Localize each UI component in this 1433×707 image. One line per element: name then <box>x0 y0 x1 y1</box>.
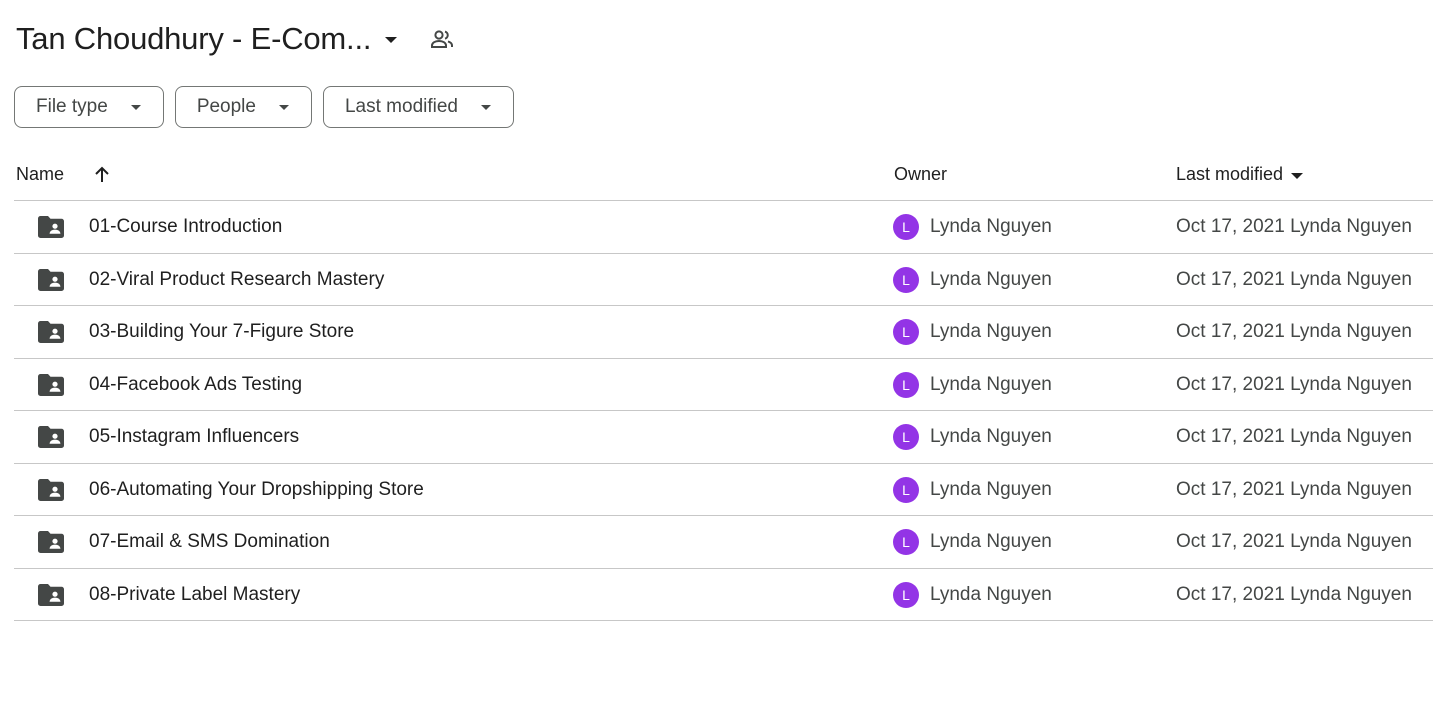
owner-cell: L Lynda Nguyen <box>893 266 1052 293</box>
file-list-header: Name Owner Last modified <box>14 148 1433 201</box>
name-column-label: Name <box>16 164 65 184</box>
caret-down-icon <box>481 104 491 110</box>
file-name: 07-Email & SMS Domination <box>89 531 330 552</box>
owner-name: Lynda Nguyen <box>930 426 1052 447</box>
folder-title-button[interactable]: Tan Choudhury - E-Com... <box>14 21 401 57</box>
drive-folder-view: Tan Choudhury - E-Com... File type Peopl… <box>0 0 1433 707</box>
table-row[interactable]: 07-Email & SMS Domination L Lynda Nguyen… <box>14 516 1433 569</box>
owner-cell: L Lynda Nguyen <box>893 319 1052 345</box>
folder-header: Tan Choudhury - E-Com... <box>14 16 455 62</box>
shared-folder-icon <box>38 426 64 453</box>
people-filter-label: People <box>196 96 256 117</box>
last-modified-cell: Oct 17, 2021 Lynda Nguyen <box>1176 531 1412 552</box>
caret-down-icon <box>1291 172 1304 179</box>
last-modified-cell: Oct 17, 2021 Lynda Nguyen <box>1176 426 1412 447</box>
owner-name: Lynda Nguyen <box>930 216 1052 237</box>
file-rows: 01-Course Introduction L Lynda Nguyen Oc… <box>14 201 1433 621</box>
avatar: L <box>893 266 919 293</box>
file-name: 01-Course Introduction <box>89 216 283 237</box>
last-modified-filter[interactable]: Last modified <box>322 86 514 128</box>
avatar: L <box>893 319 919 345</box>
avatar: L <box>893 214 919 240</box>
shared-folder-icon <box>38 531 64 558</box>
table-row[interactable]: 02-Viral Product Research Mastery L Lynd… <box>14 254 1433 306</box>
owner-name: Lynda Nguyen <box>930 373 1052 395</box>
table-row[interactable]: 01-Course Introduction L Lynda Nguyen Oc… <box>14 201 1433 254</box>
file-name: 02-Viral Product Research Mastery <box>89 268 385 290</box>
owner-name: Lynda Nguyen <box>930 321 1052 342</box>
avatar: L <box>893 371 919 398</box>
owner-name: Lynda Nguyen <box>930 583 1052 605</box>
last-modified-filter-label: Last modified <box>344 96 458 117</box>
shared-folder-icon <box>38 373 64 401</box>
table-row[interactable]: 04-Facebook Ads Testing L Lynda Nguyen O… <box>14 359 1433 411</box>
avatar: L <box>893 424 919 450</box>
owner-cell: L Lynda Nguyen <box>893 371 1052 398</box>
shared-folder-icon <box>38 321 64 348</box>
avatar: L <box>893 529 919 555</box>
file-type-filter-label: File type <box>36 96 108 117</box>
shared-folder-icon <box>38 216 64 243</box>
last-modified-column-label: Last modified <box>1176 164 1284 184</box>
owner-name: Lynda Nguyen <box>930 268 1052 290</box>
owner-name: Lynda Nguyen <box>930 478 1052 500</box>
last-modified-cell: Oct 17, 2021 Lynda Nguyen <box>1176 321 1412 342</box>
owner-column-header: Owner <box>894 164 947 185</box>
chevron-down-icon <box>385 37 398 43</box>
owner-name: Lynda Nguyen <box>930 531 1052 552</box>
file-name: 05-Instagram Influencers <box>89 426 300 447</box>
folder-title: Tan Choudhury - E-Com... <box>16 21 372 56</box>
shared-folder-icon <box>38 583 64 611</box>
file-list: Name Owner Last modified 01-Course Intro… <box>14 148 1433 621</box>
last-modified-column-header[interactable]: Last modified <box>1176 164 1304 185</box>
table-row[interactable]: 08-Private Label Mastery L Lynda Nguyen … <box>14 569 1433 621</box>
filter-bar: File type People Last modified <box>14 86 514 128</box>
file-name: 03-Building Your 7-Figure Store <box>89 321 355 342</box>
avatar: L <box>893 581 919 608</box>
shared-folder-icon <box>38 478 64 506</box>
caret-down-icon <box>278 104 289 110</box>
owner-cell: L Lynda Nguyen <box>893 476 1052 503</box>
last-modified-cell: Oct 17, 2021 Lynda Nguyen <box>1176 373 1412 395</box>
file-name: 06-Automating Your Dropshipping Store <box>89 478 424 500</box>
owner-cell: L Lynda Nguyen <box>893 529 1052 555</box>
last-modified-cell: Oct 17, 2021 Lynda Nguyen <box>1176 268 1412 290</box>
file-type-filter[interactable]: File type <box>14 86 164 128</box>
name-column-header[interactable]: Name <box>16 164 110 185</box>
owner-cell: L Lynda Nguyen <box>893 214 1052 240</box>
owner-cell: L Lynda Nguyen <box>893 424 1052 450</box>
last-modified-cell: Oct 17, 2021 Lynda Nguyen <box>1176 216 1412 237</box>
avatar: L <box>893 476 919 503</box>
owner-cell: L Lynda Nguyen <box>893 581 1052 608</box>
table-row[interactable]: 03-Building Your 7-Figure Store L Lynda … <box>14 306 1433 359</box>
table-row[interactable]: 05-Instagram Influencers L Lynda Nguyen … <box>14 411 1433 464</box>
file-name: 04-Facebook Ads Testing <box>89 373 303 395</box>
table-row[interactable]: 06-Automating Your Dropshipping Store L … <box>14 464 1433 516</box>
people-filter[interactable]: People <box>174 86 312 128</box>
last-modified-cell: Oct 17, 2021 Lynda Nguyen <box>1176 478 1412 500</box>
people-icon[interactable] <box>429 26 455 52</box>
file-name: 08-Private Label Mastery <box>89 583 301 605</box>
last-modified-cell: Oct 17, 2021 Lynda Nguyen <box>1176 583 1412 605</box>
shared-folder-icon <box>38 268 64 296</box>
arrow-up-icon[interactable] <box>94 166 110 183</box>
caret-down-icon <box>130 104 141 110</box>
owner-column-label: Owner <box>894 164 948 184</box>
